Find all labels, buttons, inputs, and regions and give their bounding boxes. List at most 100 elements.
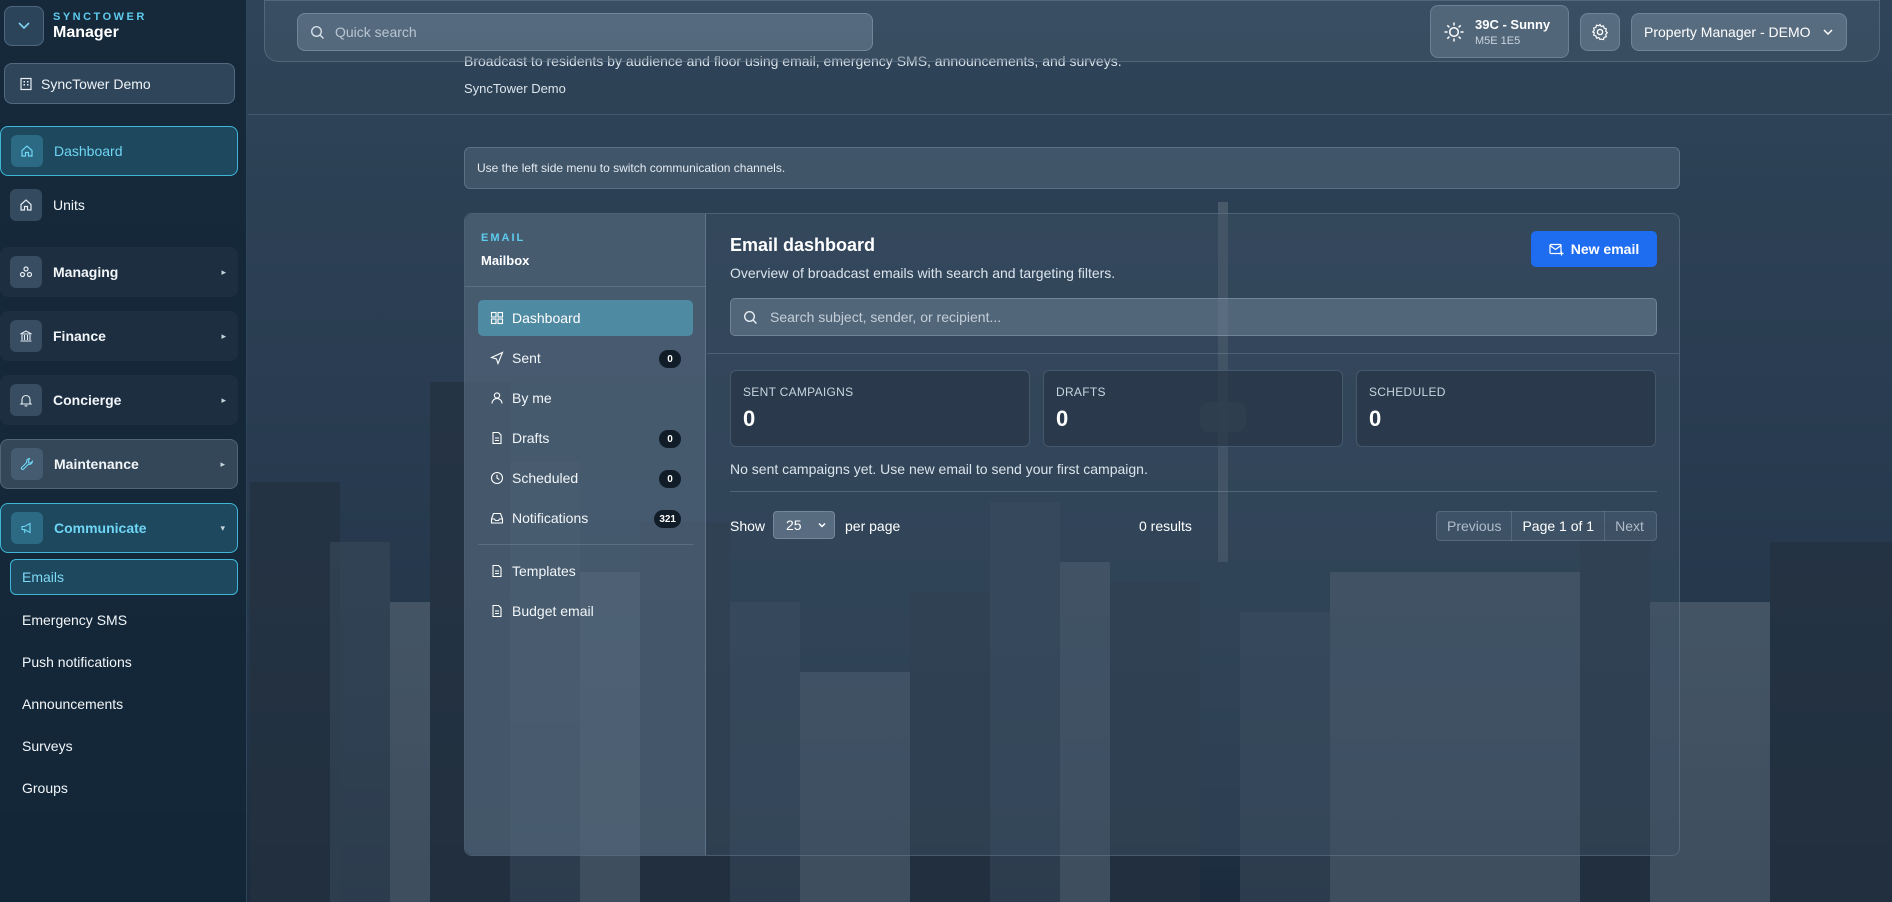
gear-icon bbox=[1591, 23, 1609, 41]
role-label: Property Manager - DEMO bbox=[1644, 24, 1811, 40]
new-email-button[interactable]: New email bbox=[1531, 231, 1657, 267]
mailbox-drafts[interactable]: Drafts 0 bbox=[478, 420, 693, 456]
stat-sent-campaigns: SENT CAMPAIGNS 0 bbox=[730, 370, 1030, 447]
mailbox-budget-email[interactable]: Budget email bbox=[478, 593, 693, 629]
pagination-row: Show 25 per page 0 results Previous Page… bbox=[730, 511, 1657, 541]
sent-count-badge: 0 bbox=[659, 350, 681, 368]
search-icon bbox=[743, 310, 757, 324]
home-icon bbox=[11, 135, 43, 167]
notifications-count-badge: 321 bbox=[654, 510, 681, 528]
channel-hint: Use the left side menu to switch communi… bbox=[464, 147, 1680, 189]
organization-switcher[interactable]: SyncTower Demo bbox=[4, 63, 235, 104]
mailbox-scheduled[interactable]: Scheduled 0 bbox=[478, 460, 693, 496]
bell-icon bbox=[10, 384, 42, 416]
stat-value: 0 bbox=[743, 406, 756, 431]
divider bbox=[465, 286, 706, 287]
empty-state-message: No sent campaigns yet. Use new email to … bbox=[730, 461, 1148, 477]
divider bbox=[707, 353, 1679, 354]
mailbox-sent-label: Sent bbox=[512, 350, 541, 366]
sub-groups[interactable]: Groups bbox=[10, 770, 238, 806]
mailbox-notifications[interactable]: Notifications 321 bbox=[478, 500, 693, 536]
results-count: 0 results bbox=[1139, 518, 1192, 534]
building-icon bbox=[20, 77, 32, 90]
nav-managing[interactable]: Managing ▸ bbox=[0, 247, 238, 297]
nav-dashboard[interactable]: Dashboard bbox=[0, 126, 238, 176]
nav-units-label: Units bbox=[53, 197, 85, 213]
settings-button[interactable] bbox=[1580, 13, 1620, 51]
sidebar-collapse-button[interactable] bbox=[4, 6, 44, 46]
role-selector[interactable]: Property Manager - DEMO bbox=[1631, 13, 1847, 51]
nav-units[interactable]: Units bbox=[0, 180, 238, 230]
search-icon bbox=[310, 25, 324, 39]
scheduled-count-badge: 0 bbox=[659, 470, 681, 488]
caret-right-icon: ▸ bbox=[221, 266, 226, 277]
next-page-button[interactable]: Next bbox=[1605, 511, 1654, 541]
nav-communicate[interactable]: Communicate ▾ bbox=[0, 503, 238, 553]
drafts-count-badge: 0 bbox=[659, 430, 681, 448]
brand-title: Manager bbox=[53, 23, 119, 41]
mailbox-by-me[interactable]: By me bbox=[478, 380, 693, 416]
weather-condition: 39C - Sunny bbox=[1475, 16, 1551, 32]
nav-concierge-label: Concierge bbox=[53, 392, 122, 408]
wrench-icon bbox=[11, 448, 43, 480]
brand-sub: SYNCTOWER bbox=[53, 10, 147, 23]
sub-push-notifications[interactable]: Push notifications bbox=[10, 644, 238, 680]
weather-postal-code: M5E 1E5 bbox=[1475, 34, 1521, 47]
quick-search-input[interactable] bbox=[335, 24, 835, 40]
sub-announcements[interactable]: Announcements bbox=[10, 686, 238, 722]
bank-icon bbox=[10, 320, 42, 352]
email-dashboard-title: Email dashboard bbox=[730, 235, 876, 255]
pager: Previous Page 1 of 1 Next bbox=[1436, 511, 1657, 541]
current-page-indicator: Page 1 of 1 bbox=[1511, 511, 1606, 541]
send-icon bbox=[490, 351, 504, 365]
stat-label: DRAFTS bbox=[1056, 385, 1106, 399]
new-email-label: New email bbox=[1570, 241, 1640, 257]
email-panel: EMAIL Mailbox Dashboard Sent 0 By me Dra… bbox=[464, 213, 1680, 856]
stat-value: 0 bbox=[1056, 406, 1069, 431]
quick-search bbox=[297, 13, 873, 51]
stat-scheduled: SCHEDULED 0 bbox=[1356, 370, 1656, 447]
divider bbox=[478, 544, 693, 545]
mailbox-dashboard[interactable]: Dashboard bbox=[478, 300, 693, 336]
chevron-down-icon bbox=[18, 22, 30, 30]
mail-plus-icon bbox=[1549, 243, 1564, 255]
brand: SYNCTOWER Manager bbox=[4, 6, 147, 46]
per-page-value: 25 bbox=[786, 517, 802, 533]
email-dashboard-subtitle: Overview of broadcast emails with search… bbox=[730, 265, 1116, 281]
email-dashboard: Email dashboard Overview of broadcast em… bbox=[707, 214, 1679, 855]
nav-communicate-label: Communicate bbox=[54, 520, 147, 536]
divider bbox=[730, 491, 1657, 492]
mailbox-templates[interactable]: Templates bbox=[478, 553, 693, 589]
show-label: Show bbox=[730, 518, 766, 534]
sub-surveys[interactable]: Surveys bbox=[10, 728, 238, 764]
chevron-down-icon bbox=[1823, 29, 1833, 36]
nav-finance[interactable]: Finance ▸ bbox=[0, 311, 238, 361]
per-page-select[interactable]: 25 bbox=[773, 511, 835, 539]
mailbox-sent[interactable]: Sent 0 bbox=[478, 340, 693, 376]
sidebar: SYNCTOWER Manager SyncTower Demo Dashboa… bbox=[0, 0, 247, 902]
caret-right-icon: ▸ bbox=[220, 458, 225, 469]
mailbox-title: Mailbox bbox=[481, 253, 530, 268]
sub-emergency-sms[interactable]: Emergency SMS bbox=[10, 602, 238, 638]
mailbox-section-label: EMAIL bbox=[481, 232, 526, 244]
nav-maintenance[interactable]: Maintenance ▸ bbox=[0, 439, 238, 489]
mailbox-drafts-label: Drafts bbox=[512, 430, 550, 446]
chevron-down-icon bbox=[818, 522, 826, 528]
top-bar: 39C - Sunny M5E 1E5 Property Manager - D… bbox=[264, 0, 1880, 62]
mailbox-scheduled-label: Scheduled bbox=[512, 470, 579, 486]
email-search bbox=[730, 298, 1657, 336]
nav-concierge[interactable]: Concierge ▸ bbox=[0, 375, 238, 425]
header-divider bbox=[248, 114, 1892, 115]
nav-maintenance-label: Maintenance bbox=[54, 456, 139, 472]
previous-page-button[interactable]: Previous bbox=[1437, 511, 1511, 541]
caret-right-icon: ▸ bbox=[221, 394, 226, 405]
email-search-input[interactable] bbox=[770, 309, 1650, 325]
mailbox-notifications-label: Notifications bbox=[512, 510, 589, 526]
weather-widget[interactable]: 39C - Sunny M5E 1E5 bbox=[1430, 5, 1569, 58]
megaphone-icon bbox=[11, 512, 43, 544]
user-icon bbox=[491, 392, 503, 404]
nav-managing-label: Managing bbox=[53, 264, 119, 280]
stat-label: SCHEDULED bbox=[1369, 385, 1446, 399]
users-icon bbox=[10, 256, 42, 288]
sub-emails[interactable]: Emails bbox=[10, 559, 238, 595]
